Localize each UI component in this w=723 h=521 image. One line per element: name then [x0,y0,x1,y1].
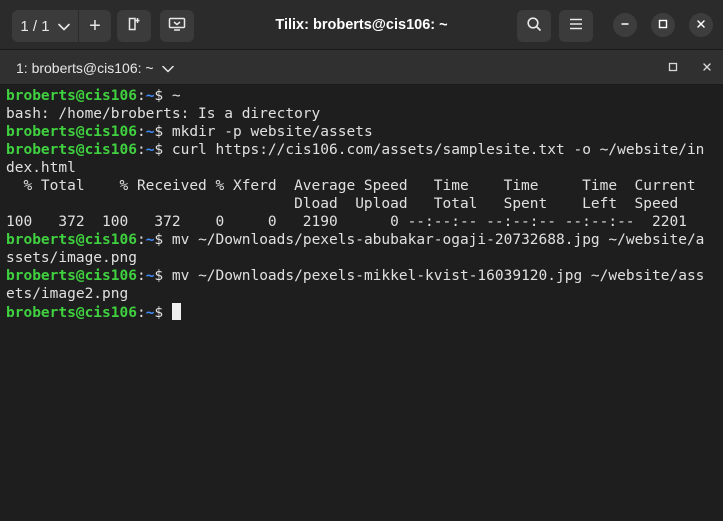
output-line: % Total % Received % Xferd Average Speed… [6,178,696,194]
output-line: bash: /home/broberts: Is a directory [6,106,321,122]
close-button[interactable] [689,13,713,37]
chevron-down-icon [161,60,174,76]
prompt-line: broberts@cis106:~$ [6,303,723,321]
prompt-line: broberts@cis106:~$ mkdir -p website/asse… [6,123,723,141]
terminal-title: 1: broberts@cis106: ~ [16,59,154,76]
terminal-close-button[interactable] [697,58,717,78]
prompt-colon: : [136,142,146,158]
plus-icon: + [89,15,101,37]
terminal-title-button[interactable]: 1: broberts@cis106: ~ [16,50,174,85]
output-line: Dload Upload Total Spent Left Speed [6,196,679,212]
text-cursor [171,303,181,320]
sync-input-icon [168,16,186,37]
prompt-user-host: broberts@cis106 [6,232,137,248]
prompt-colon: : [136,124,146,140]
prompt-colon: : [136,305,146,321]
sync-input-button[interactable] [160,10,194,42]
prompt-user-host: broberts@cis106 [6,142,137,158]
prompt-colon: : [136,232,146,248]
prompt-user-host: broberts@cis106 [6,305,137,321]
add-session-button[interactable]: + [79,10,111,42]
main-menu-button[interactable] [559,10,593,42]
search-icon [526,16,542,37]
command-text: mkdir -p website/assets [171,124,373,140]
maximize-icon [658,16,668,34]
command-text: mv ~/Downloads/pexels-mikkel-kvist-16039… [171,268,705,284]
command-text: mv ~/Downloads/pexels-abubakar-ogaji-207… [171,232,705,248]
prompt-symbol: $ [154,124,172,140]
prompt-line: broberts@cis106:~$ curl https://cis106.c… [6,141,723,159]
terminal-maximize-button[interactable] [663,58,683,78]
close-icon [696,16,706,34]
maximize-icon [668,59,678,77]
prompt-colon: : [136,88,146,104]
header-bar: 1 / 1 + Tilix: broberts@cis106: ~ [0,0,723,50]
output-line: 100 372 100 372 0 0 2190 0 --:--:-- --:-… [6,214,687,230]
output-line: ssets/image.png [6,250,137,266]
close-icon [702,59,712,77]
session-switcher-button[interactable]: 1 / 1 [12,10,78,42]
session-switcher-group: 1 / 1 + [12,10,111,42]
prompt-colon: : [136,268,146,284]
prompt-symbol: $ [154,268,172,284]
chevron-down-icon [57,18,70,35]
split-add-icon [126,16,142,37]
prompt-line: broberts@cis106:~$ mv ~/Downloads/pexels… [6,231,723,249]
tilix-window: 1 / 1 + Tilix: broberts@cis106: ~ 1: bro… [0,0,723,521]
prompt-line: broberts@cis106:~$ ~ [6,87,723,105]
command-text: curl https://cis106.com/assets/samplesit… [171,142,705,158]
prompt-symbol: $ [154,142,172,158]
add-terminal-split-button[interactable] [117,10,151,42]
minimize-button[interactable] [613,13,637,37]
terminal-output[interactable]: broberts@cis106:~$ ~ bash: /home/broberts… [0,86,723,521]
prompt-symbol: $ [154,88,172,104]
minimize-icon [620,16,630,34]
prompt-user-host: broberts@cis106 [6,124,137,140]
search-button[interactable] [517,10,551,42]
prompt-user-host: broberts@cis106 [6,268,137,284]
prompt-line: broberts@cis106:~$ mv ~/Downloads/pexels… [6,267,723,285]
window-title: Tilix: broberts@cis106: ~ [275,17,448,33]
prompt-user-host: broberts@cis106 [6,88,137,104]
prompt-symbol: $ [154,305,172,321]
session-counter: 1 / 1 [20,17,50,35]
output-line: ets/image2.png [6,286,129,302]
hamburger-menu-icon [568,17,584,36]
maximize-button[interactable] [651,13,675,37]
output-line: dex.html [6,160,76,176]
prompt-symbol: $ [154,232,172,248]
terminal-title-bar: 1: broberts@cis106: ~ [0,50,723,85]
command-text: ~ [171,88,181,104]
